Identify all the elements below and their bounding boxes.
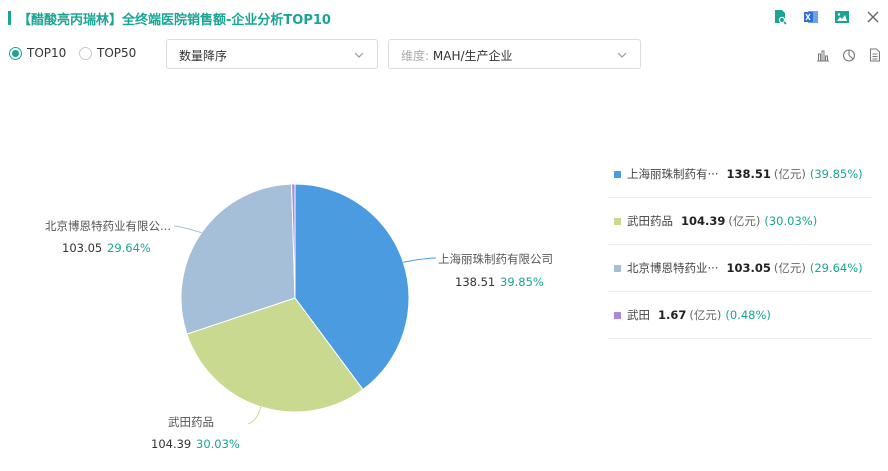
legend-unit: (亿元) bbox=[689, 308, 722, 322]
slice-percent: 39.85% bbox=[500, 275, 544, 289]
close-icon[interactable] bbox=[864, 8, 882, 26]
leader-line bbox=[247, 406, 262, 425]
legend-value: 1.67 bbox=[658, 308, 687, 322]
legend-item[interactable]: 上海丽珠制药有··· 138.51 (亿元) (39.85%) bbox=[608, 151, 872, 198]
legend-swatch bbox=[614, 170, 621, 178]
legend-value: 104.39 bbox=[681, 214, 726, 228]
chevron-down-icon bbox=[617, 52, 627, 58]
search-document-icon[interactable] bbox=[771, 8, 789, 26]
legend-value: 138.51 bbox=[726, 167, 771, 181]
slice-label: 武田药品 bbox=[168, 415, 214, 429]
legend-percent: (0.48%) bbox=[725, 308, 771, 322]
image-export-icon[interactable] bbox=[833, 8, 851, 26]
legend-item[interactable]: 北京博恩特药业··· 103.05 (亿元) (29.64%) bbox=[608, 245, 872, 292]
legend-unit: (亿元) bbox=[728, 214, 761, 228]
excel-export-icon[interactable] bbox=[802, 8, 820, 26]
slice-label: 北京博恩特药业有限公... bbox=[45, 219, 171, 233]
legend-label: 北京博恩特药业··· bbox=[627, 261, 719, 275]
chart-type-toolbar bbox=[816, 48, 882, 62]
legend-percent: (39.85%) bbox=[809, 167, 863, 181]
legend-unit: (亿元) bbox=[773, 261, 806, 275]
bar-chart-icon[interactable] bbox=[816, 48, 830, 62]
legend-swatch bbox=[614, 311, 621, 319]
legend-unit: (亿元) bbox=[773, 167, 806, 181]
slice-value: 138.51 bbox=[455, 275, 495, 289]
leader-line bbox=[173, 225, 202, 234]
slice-value: 104.39 bbox=[151, 437, 191, 451]
slice-value: 103.05 bbox=[62, 241, 102, 255]
leader-line bbox=[403, 257, 437, 263]
legend-item[interactable]: 武田药品 104.39 (亿元) (30.03%) bbox=[608, 198, 872, 245]
legend-value: 103.05 bbox=[726, 261, 771, 275]
table-icon[interactable] bbox=[868, 48, 882, 62]
header-toolbar bbox=[771, 8, 882, 26]
slice-percent: 30.03% bbox=[196, 437, 240, 451]
legend-percent: (29.64%) bbox=[809, 261, 863, 275]
slice-label: 上海丽珠制药有限公司 bbox=[438, 252, 553, 266]
legend-swatch bbox=[614, 264, 621, 272]
pie-slices bbox=[180, 183, 410, 413]
legend-swatch bbox=[614, 217, 621, 225]
pie-chart-icon[interactable] bbox=[842, 48, 856, 62]
pie-chart: 上海丽珠制药有限公司 138.51 39.85% 武田药品 104.39 30.… bbox=[45, 183, 553, 451]
legend-label: 武田药品 bbox=[627, 214, 673, 228]
legend-percent: (30.03%) bbox=[764, 214, 818, 228]
legend-label: 上海丽珠制药有··· bbox=[627, 167, 719, 181]
chart-legend: 上海丽珠制药有··· 138.51 (亿元) (39.85%) 武田药品 104… bbox=[608, 151, 872, 339]
legend-item[interactable]: 武田 1.67 (亿元) (0.48%) bbox=[608, 292, 872, 339]
legend-label: 武田 bbox=[627, 308, 650, 322]
slice-percent: 29.64% bbox=[107, 241, 151, 255]
